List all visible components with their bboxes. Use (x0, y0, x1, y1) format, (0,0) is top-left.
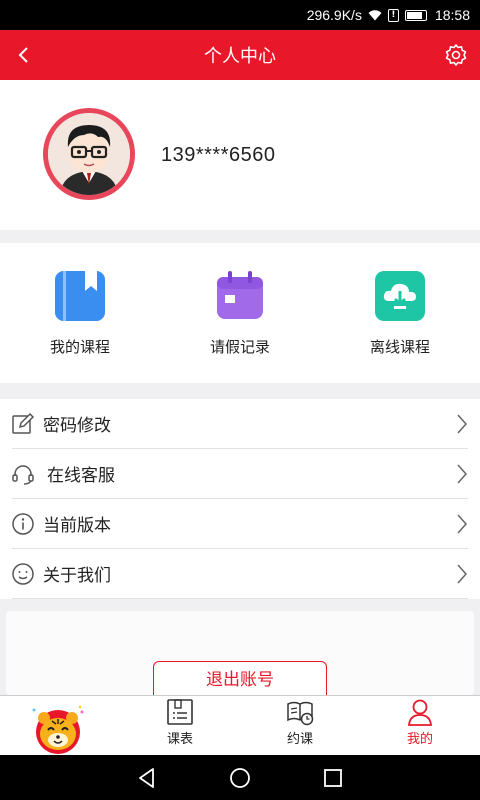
tab-book-class[interactable]: 约课 (240, 696, 360, 755)
page-title: 个人中心 (204, 46, 276, 67)
tab-schedule[interactable]: 课表 (120, 696, 240, 755)
status-bar: 296.9K/s ! 18:58 (0, 0, 480, 30)
settings-menu: 密码修改 在线客服 当前版本 关于我们 (0, 399, 480, 599)
menu-item-online-service[interactable]: 在线客服 (12, 449, 468, 499)
tab-mine[interactable]: 我的 (360, 696, 480, 755)
back-triangle-icon[interactable] (135, 766, 159, 790)
tab-home-mascot[interactable] (0, 696, 120, 755)
my-courses-button[interactable]: 我的课程 (10, 243, 150, 383)
network-speed: 296.9K/s (306, 7, 362, 23)
headset-icon (12, 464, 34, 485)
menu-item-about-us[interactable]: 关于我们 (12, 549, 468, 599)
menu-item-label: 当前版本 (43, 516, 111, 536)
calendar-icon (215, 271, 265, 321)
chevron-right-icon (457, 414, 468, 434)
battery-icon (404, 9, 427, 21)
bookmark-book-icon (55, 271, 105, 321)
offline-courses-button[interactable]: 离线课程 (330, 243, 470, 383)
offline-courses-label: 离线课程 (369, 338, 430, 356)
menu-item-change-password[interactable]: 密码修改 (12, 399, 468, 449)
leave-records-button[interactable]: 请假记录 (170, 243, 310, 383)
book-clock-icon (287, 701, 314, 726)
logout-area: 退出账号 (6, 611, 474, 701)
home-circle-icon[interactable] (228, 766, 252, 790)
app-bar: 个人中心 (0, 30, 480, 80)
tab-label: 我的 (406, 732, 433, 747)
leave-records-label: 请假记录 (209, 338, 270, 356)
tab-label: 课表 (166, 732, 193, 747)
chevron-left-icon[interactable] (12, 43, 36, 67)
tiger-mascot-icon (32, 705, 84, 754)
menu-item-label: 关于我们 (43, 566, 111, 586)
gear-icon[interactable] (444, 43, 468, 67)
alert-icon: ! (387, 8, 399, 22)
tab-label: 约课 (286, 732, 313, 747)
person-icon (408, 699, 432, 726)
user-avatar-icon (48, 113, 130, 195)
chevron-right-icon (457, 564, 468, 584)
my-courses-label: 我的课程 (49, 338, 110, 356)
menu-item-label: 在线客服 (47, 466, 115, 486)
avatar[interactable] (43, 108, 135, 200)
cloud-download-icon (375, 271, 425, 321)
bottom-tab-bar: 课表 约课 我的 (0, 695, 480, 755)
shortcut-grid: 我的课程 请假记录 离线课程 (0, 243, 480, 383)
edit-icon (12, 412, 35, 434)
info-icon (12, 512, 34, 535)
menu-item-current-version[interactable]: 当前版本 (12, 499, 468, 549)
recents-square-icon[interactable] (321, 766, 345, 790)
menu-item-label: 密码修改 (43, 416, 111, 436)
profile-section: 139****6560 (0, 80, 480, 230)
system-nav-bar (0, 755, 480, 800)
schedule-icon (167, 699, 193, 725)
smile-icon (12, 562, 34, 585)
wifi-icon (368, 9, 382, 20)
clock: 18:58 (434, 7, 470, 23)
chevron-right-icon (457, 464, 468, 484)
phone-number: 139****6560 (161, 144, 276, 166)
chevron-right-icon (457, 514, 468, 534)
